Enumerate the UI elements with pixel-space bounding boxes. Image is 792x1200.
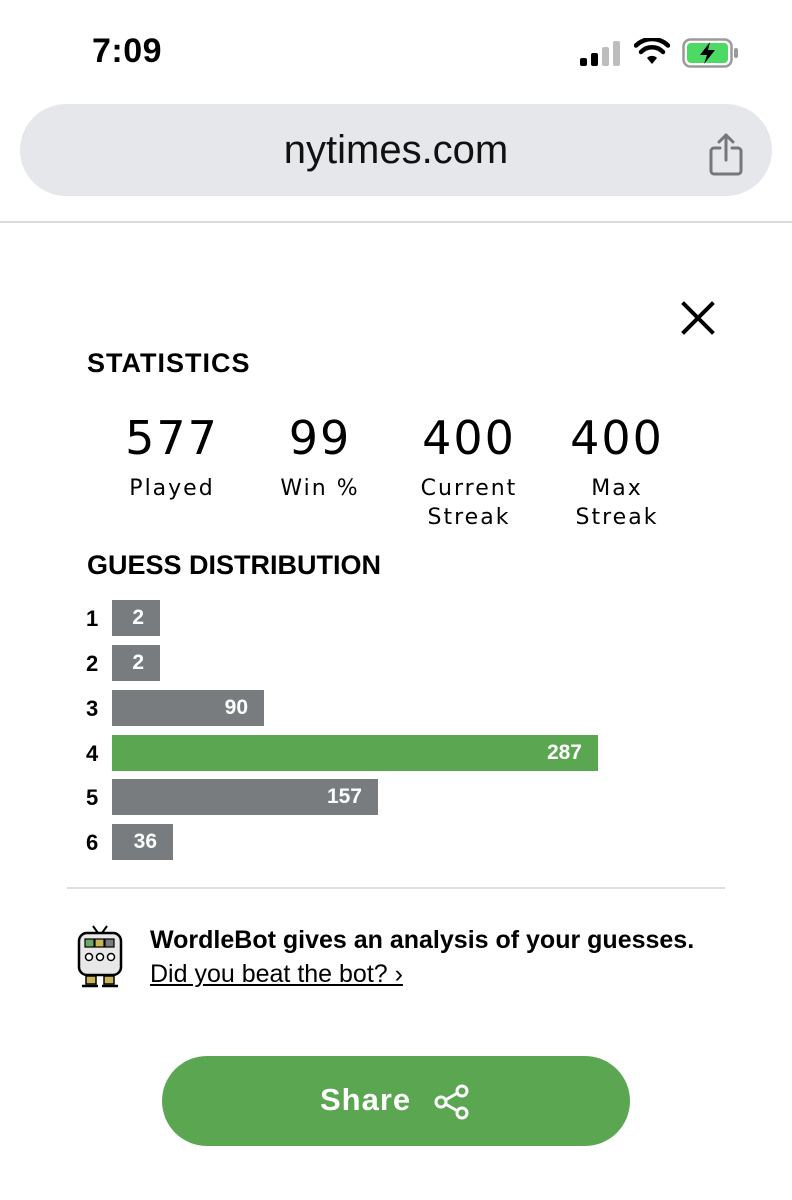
status-time: 7:09	[92, 32, 163, 70]
stat-current-streak-label-line2: Streak	[427, 505, 511, 530]
stat-max-streak-label-line2: Streak	[575, 505, 659, 530]
statistics-title: STATISTICS	[87, 348, 251, 378]
status-bar: 7:09	[0, 0, 792, 100]
section-divider	[67, 887, 725, 889]
distribution-bar: 90	[112, 690, 264, 726]
stat-max-streak-value: 400	[570, 411, 664, 465]
stat-current-streak-label: Current Streak	[394, 474, 544, 532]
stat-current-streak-label-line1: Current	[420, 476, 518, 501]
distribution-bar: 157	[112, 779, 378, 815]
stat-win-percent: 99 Win %	[245, 414, 395, 503]
stat-max-streak-label-line1: Max	[591, 476, 643, 501]
wordlebot-headline: WordleBot gives an analysis of your gues…	[150, 926, 695, 954]
guess-distribution-title: GUESS DISTRIBUTION	[87, 550, 382, 580]
share-button[interactable]: Share	[162, 1056, 630, 1146]
share-button-label: Share	[320, 1082, 412, 1117]
stat-played: 577 Played	[97, 414, 247, 503]
wifi-icon	[634, 38, 670, 64]
guess-number: 6	[86, 830, 99, 855]
distribution-bar: 2	[112, 645, 160, 681]
guess-number: 5	[86, 785, 99, 810]
close-icon[interactable]	[676, 296, 720, 340]
stat-win-label: Win %	[280, 476, 360, 501]
url-text: nytimes.com	[283, 128, 509, 172]
cellular-signal-icon	[580, 41, 620, 66]
wordlebot-robot-icon	[77, 925, 123, 988]
guess-number: 3	[86, 696, 99, 721]
browser-divider	[0, 221, 792, 223]
stat-played-label: Played	[129, 476, 215, 501]
stat-max-streak-label: Max Streak	[542, 474, 692, 532]
distribution-bar: 287	[112, 735, 598, 771]
stat-current-streak: 400 Current Streak	[394, 414, 544, 532]
guess-number: 1	[86, 606, 99, 631]
wordlebot-link[interactable]: Did you beat the bot? ›	[150, 960, 403, 989]
guess-number: 4	[86, 741, 99, 766]
stat-current-streak-value: 400	[422, 411, 516, 465]
stat-win-value: 99	[288, 411, 352, 465]
battery-charging-icon	[682, 38, 738, 68]
url-bar[interactable]: nytimes.com	[20, 104, 772, 196]
distribution-bar: 2	[112, 600, 160, 636]
stat-played-value: 577	[125, 411, 219, 465]
share-upload-icon[interactable]	[708, 132, 744, 176]
share-nodes-icon	[434, 1084, 469, 1120]
stat-max-streak: 400 Max Streak	[542, 414, 692, 532]
guess-number: 2	[86, 651, 99, 676]
distribution-bar: 36	[112, 824, 173, 860]
